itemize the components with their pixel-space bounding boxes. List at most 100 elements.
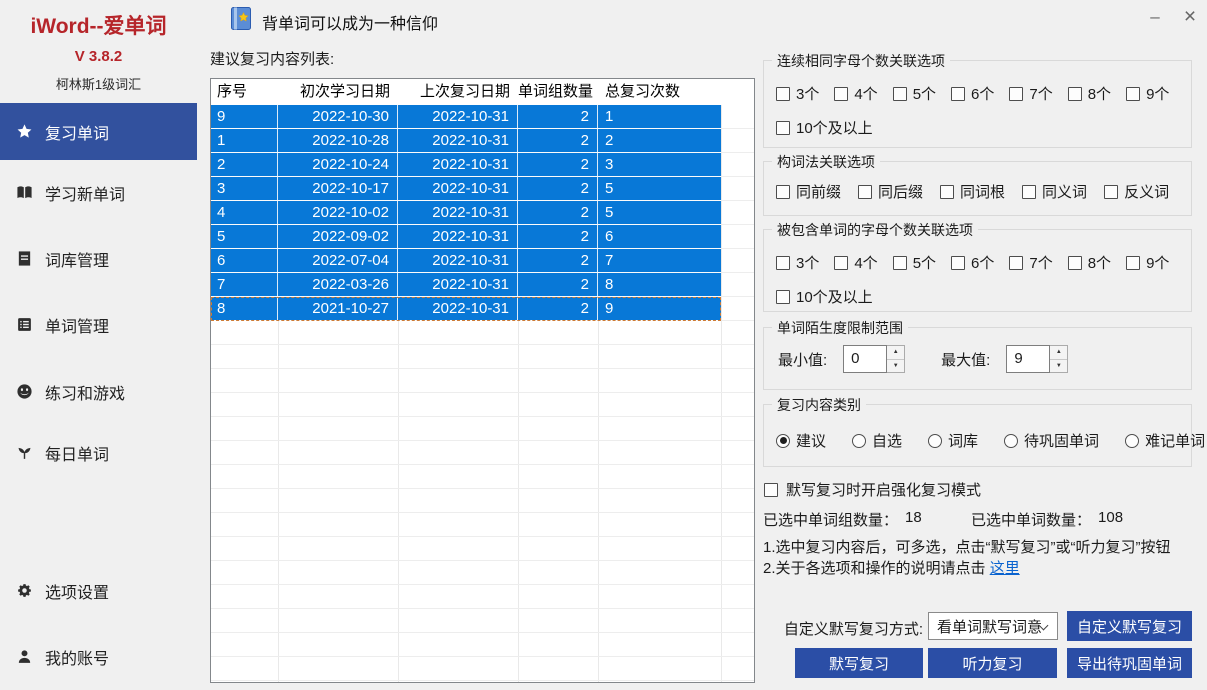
column-header[interactable]: 总复习次数 bbox=[598, 79, 721, 105]
checkbox-10-plus-letters[interactable]: 10个及以上 bbox=[776, 286, 873, 307]
help-link[interactable]: 这里 bbox=[990, 560, 1020, 577]
checkbox-icon bbox=[776, 121, 790, 135]
spin-up-icon[interactable]: ▲ bbox=[1050, 346, 1067, 360]
table-cell: 2 bbox=[598, 129, 721, 152]
checkbox-label: 10个及以上 bbox=[796, 117, 873, 138]
checkbox-synonym[interactable]: 同义词 bbox=[1022, 181, 1087, 202]
checkbox-6-letters[interactable]: 6个 bbox=[951, 83, 994, 104]
table-row[interactable]: 3 2022-10-17 2022-10-31 2 5 bbox=[211, 177, 721, 201]
checkbox-label: 同义词 bbox=[1042, 181, 1087, 202]
column-header[interactable]: 序号 bbox=[211, 79, 278, 105]
close-button[interactable]: × bbox=[1177, 4, 1203, 30]
sidebar-item-settings[interactable]: 选项设置 bbox=[0, 562, 197, 619]
table-row[interactable]: 6 2022-07-04 2022-10-31 2 7 bbox=[211, 249, 721, 273]
table-cell: 2 bbox=[518, 201, 598, 224]
sidebar-item-label: 单词管理 bbox=[45, 313, 109, 337]
spin-up-icon[interactable]: ▲ bbox=[887, 346, 904, 360]
sprout-icon bbox=[16, 444, 33, 461]
checkbox-label: 10个及以上 bbox=[796, 286, 873, 307]
max-value-spinner[interactable]: 9 ▲▼ bbox=[1006, 345, 1068, 373]
open-book-icon bbox=[16, 184, 33, 201]
table-cell: 2022-10-31 bbox=[398, 225, 518, 248]
table-row[interactable]: 2 2022-10-24 2022-10-31 2 3 bbox=[211, 153, 721, 177]
checkbox-8-letters[interactable]: 8个 bbox=[1068, 83, 1111, 104]
checkbox-label: 5个 bbox=[913, 83, 936, 104]
sidebar-item-daily-words[interactable]: 每日单词 bbox=[0, 424, 197, 481]
minimize-button[interactable]: – bbox=[1142, 4, 1168, 30]
custom-dictation-review-button[interactable]: 自定义默写复习 bbox=[1067, 611, 1192, 641]
sidebar-item-review-words[interactable]: 复习单词 bbox=[0, 103, 197, 160]
checkbox-label: 4个 bbox=[854, 83, 877, 104]
max-value-label: 最大值: bbox=[941, 349, 990, 370]
column-header[interactable]: 上次复习日期 bbox=[398, 79, 518, 105]
group-title: 被包含单词的字母个数关联选项 bbox=[772, 220, 978, 240]
checkbox-4-letters[interactable]: 4个 bbox=[834, 252, 877, 273]
sidebar-item-practice-games[interactable]: 练习和游戏 bbox=[0, 363, 197, 420]
table-cell: 5 bbox=[598, 201, 721, 224]
checkbox-3-letters[interactable]: 3个 bbox=[776, 252, 819, 273]
checkbox-3-letters[interactable]: 3个 bbox=[776, 83, 819, 104]
radio-self-selected[interactable]: 自选 bbox=[852, 430, 902, 451]
checkbox-label: 8个 bbox=[1088, 83, 1111, 104]
checkbox-icon bbox=[1068, 87, 1082, 101]
column-header[interactable]: 单词组数量 bbox=[518, 79, 598, 105]
table-row[interactable]: 4 2022-10-02 2022-10-31 2 5 bbox=[211, 201, 721, 225]
custom-dictation-mode-select[interactable]: 看单词默写词意 bbox=[928, 612, 1058, 640]
table-row[interactable]: 8 2021-10-27 2022-10-31 2 9 bbox=[211, 297, 721, 321]
sidebar-item-word-management[interactable]: 单词管理 bbox=[0, 296, 197, 353]
checkbox-5-letters[interactable]: 5个 bbox=[893, 83, 936, 104]
sidebar-item-word-library[interactable]: 词库管理 bbox=[0, 230, 197, 287]
checkbox-6-letters[interactable]: 6个 bbox=[951, 252, 994, 273]
checkbox-9-letters[interactable]: 9个 bbox=[1126, 252, 1169, 273]
checkbox-label: 3个 bbox=[796, 252, 819, 273]
export-consolidate-words-button[interactable]: 导出待巩固单词 bbox=[1067, 648, 1192, 678]
checkbox-same-root[interactable]: 同词根 bbox=[940, 181, 1005, 202]
checkbox-7-letters[interactable]: 7个 bbox=[1009, 83, 1052, 104]
checkbox-label: 7个 bbox=[1029, 83, 1052, 104]
dictation-review-button[interactable]: 默写复习 bbox=[795, 648, 923, 678]
radio-word-library[interactable]: 词库 bbox=[928, 430, 978, 451]
min-value-field[interactable]: 0 bbox=[843, 345, 887, 373]
checkbox-10-plus-letters[interactable]: 10个及以上 bbox=[776, 117, 873, 138]
checkbox-antonym[interactable]: 反义词 bbox=[1104, 181, 1169, 202]
checkbox-5-letters[interactable]: 5个 bbox=[893, 252, 936, 273]
sidebar-item-my-account[interactable]: 我的账号 bbox=[0, 628, 197, 685]
max-value-field[interactable]: 9 bbox=[1006, 345, 1050, 373]
sidebar-item-learn-new-words[interactable]: 学习新单词 bbox=[0, 164, 197, 221]
spin-down-icon[interactable]: ▼ bbox=[887, 360, 904, 373]
checkbox-4-letters[interactable]: 4个 bbox=[834, 83, 877, 104]
min-value-spinner[interactable]: 0 ▲▼ bbox=[843, 345, 905, 373]
table-cell: 2 bbox=[518, 105, 598, 128]
radio-label: 建议 bbox=[796, 430, 826, 451]
checkbox-icon bbox=[1068, 256, 1082, 270]
checkbox-icon bbox=[951, 87, 965, 101]
selected-groups-value: 18 bbox=[905, 509, 922, 530]
table-cell: 2021-10-27 bbox=[278, 297, 398, 320]
listening-review-button[interactable]: 听力复习 bbox=[928, 648, 1057, 678]
table-cell: 5 bbox=[211, 225, 278, 248]
review-list-table[interactable]: 序号 初次学习日期 上次复习日期 单词组数量 总复习次数 9 2022-10-3… bbox=[210, 78, 755, 683]
checkbox-8-letters[interactable]: 8个 bbox=[1068, 252, 1111, 273]
checkbox-icon bbox=[893, 256, 907, 270]
checkbox-same-prefix[interactable]: 同前缀 bbox=[776, 181, 841, 202]
table-row[interactable]: 1 2022-10-28 2022-10-31 2 2 bbox=[211, 129, 721, 153]
list-title: 建议复习内容列表: bbox=[210, 48, 334, 69]
column-header[interactable]: 初次学习日期 bbox=[278, 79, 398, 105]
table-header: 序号 初次学习日期 上次复习日期 单词组数量 总复习次数 bbox=[211, 79, 754, 105]
checkbox-strengthen-mode[interactable]: 默写复习时开启强化复习模式 bbox=[764, 479, 981, 500]
table-cell: 5 bbox=[598, 177, 721, 200]
table-row[interactable]: 5 2022-09-02 2022-10-31 2 6 bbox=[211, 225, 721, 249]
checkbox-icon bbox=[1009, 256, 1023, 270]
radio-suggested[interactable]: 建议 bbox=[776, 430, 826, 451]
checkbox-label: 反义词 bbox=[1124, 181, 1169, 202]
table-cell: 6 bbox=[211, 249, 278, 272]
checkbox-same-suffix[interactable]: 同后缀 bbox=[858, 181, 923, 202]
group-title: 复习内容类别 bbox=[772, 395, 866, 415]
checkbox-7-letters[interactable]: 7个 bbox=[1009, 252, 1052, 273]
radio-to-consolidate[interactable]: 待巩固单词 bbox=[1004, 430, 1099, 451]
spin-down-icon[interactable]: ▼ bbox=[1050, 360, 1067, 373]
checkbox-9-letters[interactable]: 9个 bbox=[1126, 83, 1169, 104]
radio-hard-to-remember[interactable]: 难记单词 bbox=[1125, 430, 1205, 451]
table-row[interactable]: 9 2022-10-30 2022-10-31 2 1 bbox=[211, 105, 721, 129]
table-row[interactable]: 7 2022-03-26 2022-10-31 2 8 bbox=[211, 273, 721, 297]
